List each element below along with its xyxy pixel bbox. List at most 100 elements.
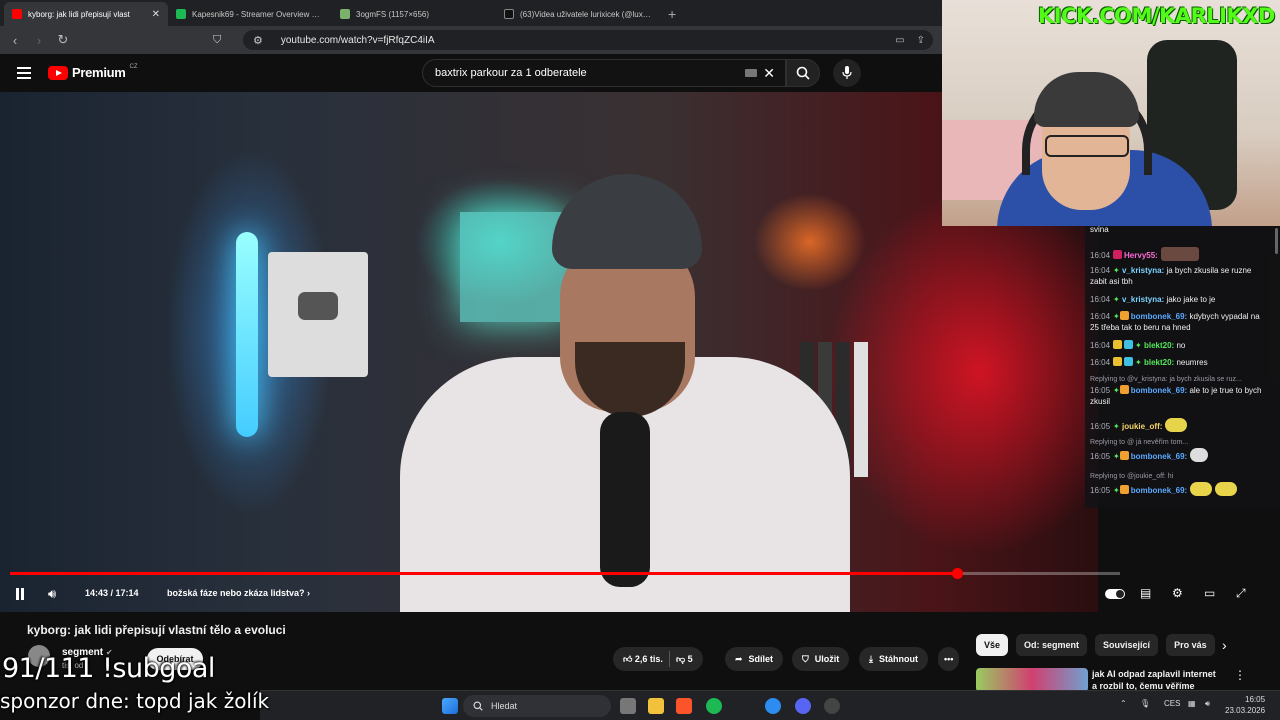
chat-text: jako jake to je (1166, 295, 1216, 304)
sparkle-badge-icon: ✦ (1135, 341, 1142, 350)
search-icon (473, 701, 483, 711)
file-explorer-icon[interactable] (648, 698, 664, 714)
reload-icon[interactable]: ↻ (56, 32, 70, 48)
share-icon: ➦ (735, 653, 743, 664)
chip-for-you[interactable]: Pro vás (1166, 634, 1215, 656)
video-frame-book (854, 342, 868, 477)
autoplay-toggle[interactable] (1105, 589, 1125, 599)
settings-gear-icon[interactable]: ⚙ (1172, 586, 1183, 600)
browser-tab-tiktok[interactable]: (63)Videa uživatele lurixicek (@luxixic (496, 2, 660, 26)
gift-badge-icon (1119, 311, 1129, 320)
emote-image (1215, 482, 1238, 496)
search-button[interactable] (786, 59, 820, 87)
brave-browser-icon[interactable] (676, 698, 692, 714)
cast-icon[interactable]: ▭ (895, 35, 904, 46)
chat-reply-context: Replying to @v_kristyna: ja bych zkusila… (1090, 376, 1242, 383)
input-language[interactable]: CES (1164, 699, 1180, 708)
chat-message: 16:04 ✦ v_kristyna: jako jake to je (1090, 294, 1270, 305)
chapter-title[interactable]: božská fáze nebo zkáza lidstva? › (167, 588, 310, 598)
theater-mode-icon[interactable]: ▭ (1204, 586, 1215, 600)
clear-search-icon[interactable]: ✕ (763, 65, 775, 82)
discord-icon[interactable] (795, 698, 811, 714)
app-icon[interactable] (824, 698, 840, 714)
recommended-video-thumbnail[interactable] (976, 668, 1088, 692)
bookmark-save-icon: ⛉ (802, 653, 809, 664)
chat-message: 16:04 ✦ bombonek_69: kdybych vypadal na 25… (1090, 311, 1270, 333)
emote-image (1165, 418, 1188, 432)
video-progress-bar[interactable] (10, 568, 1120, 579)
sub-badge-icon (1113, 250, 1123, 259)
chip-from-channel[interactable]: Od: segment (1016, 634, 1088, 656)
browser-tab-youtube[interactable]: kyborg: jak lidi přepisují vlast ✕ (4, 2, 168, 26)
keyboard-icon[interactable] (745, 69, 757, 77)
spotify-icon[interactable] (706, 698, 722, 714)
emote-image (1160, 247, 1199, 261)
new-tab-button[interactable]: + (660, 6, 684, 26)
more-actions-button[interactable]: ••• (938, 647, 960, 671)
chat-user: joukie_off: (1121, 422, 1163, 431)
forward-arrow-icon[interactable]: › (32, 33, 46, 48)
dislike-button[interactable]: 👎︎ 5 (676, 654, 693, 665)
pause-icon[interactable] (15, 588, 25, 600)
chevron-right-icon[interactable]: › (1222, 637, 1227, 653)
download-button[interactable]: ⤓ Stáhnout (859, 647, 928, 671)
share-button[interactable]: ➦ Sdílet (725, 647, 784, 671)
logo-country: CZ (129, 63, 138, 70)
gift-badge-icon (1119, 485, 1129, 494)
video-player[interactable] (0, 92, 1098, 612)
bookmark-icon[interactable]: ⛉ (213, 34, 221, 47)
recommendation-chips: Vše Od: segment Související Pro vás (976, 634, 1215, 656)
screen: kyborg: jak lidi přepisují vlast ✕ Kapes… (0, 0, 1280, 720)
youtube-premium-logo[interactable]: Premium CZ (48, 63, 138, 80)
chat-user: bombonek_69: (1130, 452, 1188, 461)
chat-time: 16:04 (1090, 358, 1111, 367)
chat-user: bombonek_69: (1130, 312, 1188, 321)
chat-time: 16:04 (1090, 295, 1111, 304)
url-text: youtube.com/watch?v=fjRfqZC4iIA (280, 34, 435, 46)
task-view-icon[interactable] (620, 698, 636, 714)
back-arrow-icon[interactable]: ‹ (8, 33, 22, 48)
chat-message: 16:04 ✦ blekt20: no (1090, 340, 1270, 351)
microphone-icon (842, 66, 852, 79)
speaker-icon[interactable]: 🔊︎ (1205, 699, 1210, 709)
save-button[interactable]: ⛉ Uložit (792, 647, 850, 671)
start-windows-icon[interactable] (442, 698, 458, 714)
subtitles-icon[interactable]: ▤ (1140, 586, 1151, 600)
taskbar-search[interactable]: Hledat (463, 695, 611, 717)
close-tab-icon[interactable]: ✕ (152, 9, 160, 20)
microphone-icon[interactable]: 🎙︎ (1140, 699, 1150, 708)
share-page-icon[interactable]: ⇪ (917, 35, 925, 46)
browser-tab-tracker[interactable]: Kapesnik69 - Streamer Overview & S (168, 2, 332, 26)
taskbar-clock[interactable]: 16:05 23.03.2026 (1225, 694, 1265, 716)
chat-scrollbar[interactable] (1275, 228, 1278, 254)
windows-taskbar: Hledat ⌃ 🎙︎ CES ▦ 🔊︎ 16:05 23.03.2026 (260, 690, 1280, 720)
site-settings-icon[interactable]: ⚙ (253, 34, 263, 47)
chat-message: Replying to @v_kristyna: ja bych zkusila… (1090, 374, 1270, 407)
chat-time: 16:04 (1090, 312, 1111, 321)
search-input[interactable]: baxtrix parkour za 1 odberatele ✕ (422, 59, 786, 87)
save-label: Uložit (814, 654, 840, 664)
chat-user: bombonek_69: (1130, 386, 1188, 395)
menu-hamburger-icon[interactable] (17, 67, 31, 79)
chat-reply-context: Replying to @ já nevěřím tom... (1090, 439, 1189, 446)
kebab-menu-icon[interactable]: ⋮ (1234, 668, 1246, 682)
chapter-label: božská fáze nebo zkáza lidstva? (167, 588, 305, 598)
browser-tab-image[interactable]: 3ogmFS (1157×656) (332, 2, 496, 26)
chip-related[interactable]: Související (1095, 634, 1159, 656)
chat-user: v_kristyna: (1121, 295, 1165, 304)
sparkle-badge-icon: ✦ (1113, 295, 1120, 304)
address-bar[interactable]: ⛉ ⚙ youtube.com/watch?v=fjRfqZC4iIA ▭ ⇪ (213, 30, 933, 50)
network-icon[interactable]: ▦ (1188, 699, 1196, 708)
chat-message: 16:04 ✦ v_kristyna: ja bych zkusila se ru… (1090, 265, 1270, 287)
tray-chevron-up-icon[interactable]: ⌃ (1120, 699, 1127, 708)
chip-all[interactable]: Vše (976, 634, 1009, 656)
sparkle-badge-icon: ✦ (1113, 266, 1120, 275)
like-dislike-group: 👍︎ 2,6 tis. 👎︎ 5 (613, 647, 703, 671)
fullscreen-icon[interactable]: ⤢ (1236, 586, 1246, 601)
like-button[interactable]: 👍︎ 2,6 tis. (623, 654, 663, 665)
clock-time: 16:05 (1245, 695, 1266, 704)
edge-browser-icon[interactable] (765, 698, 781, 714)
voice-search-button[interactable] (833, 59, 861, 87)
recommended-video-title[interactable]: jak AI odpad zaplavil internet a rozbil … (1092, 668, 1222, 692)
volume-icon[interactable]: 🔊︎ (48, 586, 56, 602)
